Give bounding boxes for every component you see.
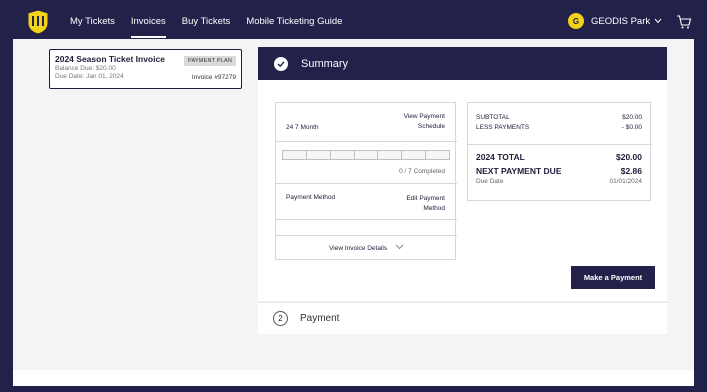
payment-schedule-box: 24 7 Month View Payment Schedule 0 / 7 C…	[275, 102, 457, 260]
edit-payment-method-link[interactable]: Edit Payment Method	[406, 194, 445, 214]
progress-segment	[355, 151, 379, 159]
due-date-label: Due Date	[476, 178, 504, 185]
payment-step-label: Payment	[300, 313, 340, 324]
venue-selector[interactable]: G GEODIS Park	[568, 13, 662, 29]
divider	[276, 141, 457, 142]
total-value: $20.00	[616, 152, 642, 162]
nav-buy-tickets[interactable]: Buy Tickets	[182, 5, 231, 38]
make-payment-button[interactable]: Make a Payment	[571, 266, 655, 289]
less-payments-row: LESS PAYMENTS - $0.00	[476, 124, 642, 131]
venue-label: GEODIS Park	[591, 15, 651, 27]
invoice-card[interactable]: 2024 Season Ticket Invoice Balance Due: …	[49, 49, 242, 89]
invoice-due-date: Due Date: Jan 01, 2024	[55, 73, 124, 80]
view-schedule-line-2: Schedule	[417, 123, 445, 130]
edit-method-line-2: Method	[423, 205, 445, 212]
due-date-row: Due Date 01/01/2024	[476, 178, 642, 185]
invoice-title: 2024 Season Ticket Invoice	[55, 54, 165, 64]
step-number: 2	[273, 311, 288, 326]
view-schedule-line-1: View Payment	[403, 113, 445, 120]
divider	[276, 235, 457, 236]
chevron-down-icon	[395, 244, 404, 252]
less-payments-value: - $0.00	[621, 124, 642, 131]
nav-my-tickets[interactable]: My Tickets	[70, 5, 115, 38]
completed-count: 0 / 7 Completed	[399, 168, 445, 175]
view-invoice-details-label: View Invoice Details	[329, 245, 388, 252]
payment-plan-badge: PAYMENT PLAN	[184, 56, 236, 66]
app-frame: My Tickets Invoices Buy Tickets Mobile T…	[0, 0, 707, 392]
nav-mobile-ticketing-guide[interactable]: Mobile Ticketing Guide	[246, 5, 342, 38]
divider	[276, 219, 457, 220]
divider	[276, 183, 457, 184]
less-payments-label: LESS PAYMENTS	[476, 124, 530, 131]
venue-avatar: G	[568, 13, 584, 29]
view-payment-schedule-link[interactable]: View Payment Schedule	[404, 112, 445, 132]
cart-icon[interactable]	[676, 14, 692, 30]
next-payment-row: NEXT PAYMENT DUE $2.86	[476, 166, 642, 176]
check-icon	[274, 57, 288, 71]
next-payment-value: $2.86	[620, 166, 642, 176]
progress-segment	[331, 151, 355, 159]
main-content: 2024 Season Ticket Invoice Balance Due: …	[13, 39, 694, 370]
subtotal-value: $20.00	[622, 114, 642, 121]
subtotal-row: SUBTOTAL $20.00	[476, 114, 642, 121]
summary-title: Summary	[301, 58, 349, 70]
progress-segment	[402, 151, 427, 159]
progress-segment	[426, 151, 449, 159]
subtotal-label: SUBTOTAL	[476, 114, 510, 121]
edit-method-line-1: Edit Payment	[406, 195, 445, 202]
payment-method-label: Payment Method	[286, 194, 336, 201]
main-nav: My Tickets Invoices Buy Tickets Mobile T…	[70, 5, 358, 38]
top-nav-bar: My Tickets Invoices Buy Tickets Mobile T…	[13, 5, 694, 38]
nav-invoices[interactable]: Invoices	[130, 5, 166, 38]
summary-header[interactable]: Summary	[258, 47, 667, 80]
view-invoice-details-toggle[interactable]: View Invoice Details	[276, 244, 457, 252]
totals-box: SUBTOTAL $20.00 LESS PAYMENTS - $0.00 20…	[467, 102, 652, 201]
next-payment-label: NEXT PAYMENT DUE	[476, 166, 562, 176]
invoice-balance: Balance Due: $20.00	[55, 65, 116, 72]
invoice-number: Invoice #97279	[191, 74, 236, 81]
plan-term: 24 7 Month	[286, 124, 319, 131]
progress-segment	[283, 151, 307, 159]
footer-strip	[13, 370, 694, 386]
total-row: 2024 TOTAL $20.00	[476, 152, 642, 162]
progress-segment	[378, 151, 403, 159]
divider	[468, 144, 652, 145]
nashville-sc-logo[interactable]	[27, 9, 49, 35]
chevron-down-icon	[654, 17, 662, 26]
progress-segment	[307, 151, 331, 159]
due-date-value: 01/01/2024	[609, 178, 642, 185]
payment-progress-bar	[282, 150, 450, 160]
payment-step[interactable]: 2 Payment	[258, 302, 667, 334]
total-label: 2024 TOTAL	[476, 152, 525, 162]
summary-panel: Summary 24 7 Month View Payment Schedule…	[258, 47, 667, 301]
